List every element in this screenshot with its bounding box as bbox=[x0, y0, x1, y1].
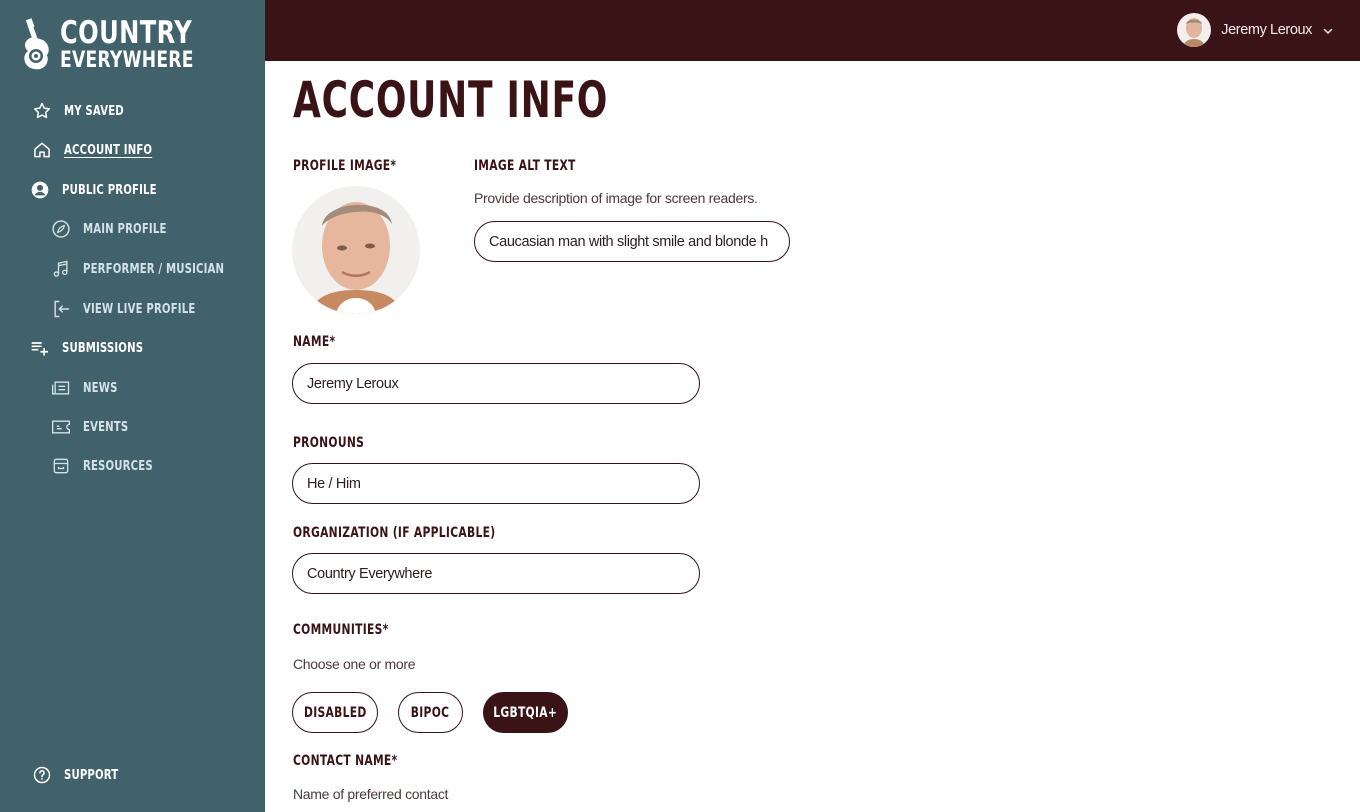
chevron-down-icon bbox=[1322, 24, 1334, 36]
compass-icon bbox=[50, 218, 72, 240]
community-chip-bipoc[interactable]: BIPOC bbox=[398, 692, 463, 733]
contact-name-label: CONTACT NAME* bbox=[293, 753, 398, 769]
page-title: ACCOUNT INFO bbox=[293, 71, 609, 129]
user-menu[interactable]: Jeremy Leroux bbox=[1177, 12, 1334, 48]
user-circle-icon bbox=[29, 179, 51, 201]
sidebar-item-label: NEWS bbox=[83, 380, 118, 396]
sidebar-item-label: PERFORMER / MUSICIAN bbox=[83, 261, 225, 277]
archive-icon bbox=[50, 455, 72, 477]
sidebar-item-view-live-profile[interactable]: VIEW LIVE PROFILE bbox=[50, 298, 227, 320]
organization-input[interactable] bbox=[292, 553, 700, 594]
ticket-icon bbox=[50, 416, 72, 438]
image-alt-text-label: IMAGE ALT TEXT bbox=[474, 158, 576, 174]
profile-image[interactable] bbox=[292, 186, 420, 314]
playlist-add-icon bbox=[29, 337, 51, 359]
main-content: ACCOUNT INFO PROFILE IMAGE* IMAGE ALT TE… bbox=[265, 61, 1360, 812]
pronouns-label: PRONOUNS bbox=[293, 435, 365, 451]
newspaper-icon bbox=[50, 377, 72, 399]
enter-icon bbox=[50, 298, 72, 320]
communities-helper: Choose one or more bbox=[293, 656, 416, 672]
sidebar-item-label: SUBMISSIONS bbox=[62, 340, 144, 356]
name-input[interactable] bbox=[292, 363, 700, 404]
top-bar: Jeremy Leroux bbox=[265, 0, 1360, 61]
sidebar-item-submissions[interactable]: SUBMISSIONS bbox=[29, 337, 166, 359]
brand-logo[interactable]: COUNTRY EVERYWHERE bbox=[20, 16, 193, 74]
user-name: Jeremy Leroux bbox=[1221, 22, 1312, 38]
sidebar-item-main-profile[interactable]: MAIN PROFILE bbox=[50, 218, 190, 240]
star-icon bbox=[31, 100, 53, 122]
help-circle-icon bbox=[31, 764, 53, 786]
sidebar-item-label: MAIN PROFILE bbox=[83, 221, 167, 237]
sidebar-item-public-profile[interactable]: PUBLIC PROFILE bbox=[29, 179, 183, 201]
sidebar-item-label: PUBLIC PROFILE bbox=[62, 182, 157, 198]
image-alt-text-helper: Provide description of image for screen … bbox=[474, 190, 758, 206]
avatar bbox=[1177, 13, 1212, 47]
chip-label: DISABLED bbox=[303, 704, 367, 721]
profile-image-label: PROFILE IMAGE* bbox=[293, 158, 397, 174]
communities-label: COMMUNITIES* bbox=[293, 622, 389, 638]
sidebar-item-news[interactable]: NEWS bbox=[50, 377, 127, 399]
brand-name-line1: COUNTRY bbox=[60, 15, 193, 51]
sidebar-item-label: RESOURCES bbox=[83, 458, 153, 474]
pronouns-input[interactable] bbox=[292, 463, 700, 504]
guitar-logo-icon bbox=[20, 17, 58, 73]
name-label: NAME* bbox=[293, 334, 336, 350]
sidebar-item-my-saved[interactable]: MY SAVED bbox=[31, 100, 141, 122]
sidebar-item-support[interactable]: SUPPORT bbox=[31, 764, 134, 786]
chip-label: LGBTQIA+ bbox=[493, 704, 558, 721]
music-note-icon bbox=[50, 258, 72, 280]
sidebar-item-label: ACCOUNT INFO bbox=[64, 142, 153, 158]
sidebar-item-performer-musician[interactable]: PERFORMER / MUSICIAN bbox=[50, 258, 264, 280]
image-alt-text-input[interactable] bbox=[474, 221, 790, 262]
organization-label: ORGANIZATION (IF APPLICABLE) bbox=[293, 525, 496, 541]
contact-name-helper: Name of preferred contact bbox=[293, 786, 449, 802]
sidebar-item-label: SUPPORT bbox=[64, 767, 119, 783]
sidebar-item-label: MY SAVED bbox=[64, 103, 124, 119]
sidebar: COUNTRY EVERYWHERE MY SAVED ACCOUNT INFO… bbox=[0, 0, 265, 812]
sidebar-item-account-info[interactable]: ACCOUNT INFO bbox=[31, 139, 177, 161]
sidebar-item-label: EVENTS bbox=[83, 419, 129, 435]
community-chip-disabled[interactable]: DISABLED bbox=[292, 692, 378, 733]
brand-name: COUNTRY EVERYWHERE bbox=[60, 18, 194, 72]
sidebar-item-events[interactable]: EVENTS bbox=[50, 416, 141, 438]
brand-name-line2: EVERYWHERE bbox=[60, 48, 194, 73]
sidebar-item-label: VIEW LIVE PROFILE bbox=[83, 301, 196, 317]
chip-label: BIPOC bbox=[411, 704, 450, 721]
sidebar-item-resources[interactable]: RESOURCES bbox=[50, 455, 172, 477]
community-chip-lgbtqia[interactable]: LGBTQIA+ bbox=[483, 692, 568, 733]
home-icon bbox=[31, 139, 53, 161]
